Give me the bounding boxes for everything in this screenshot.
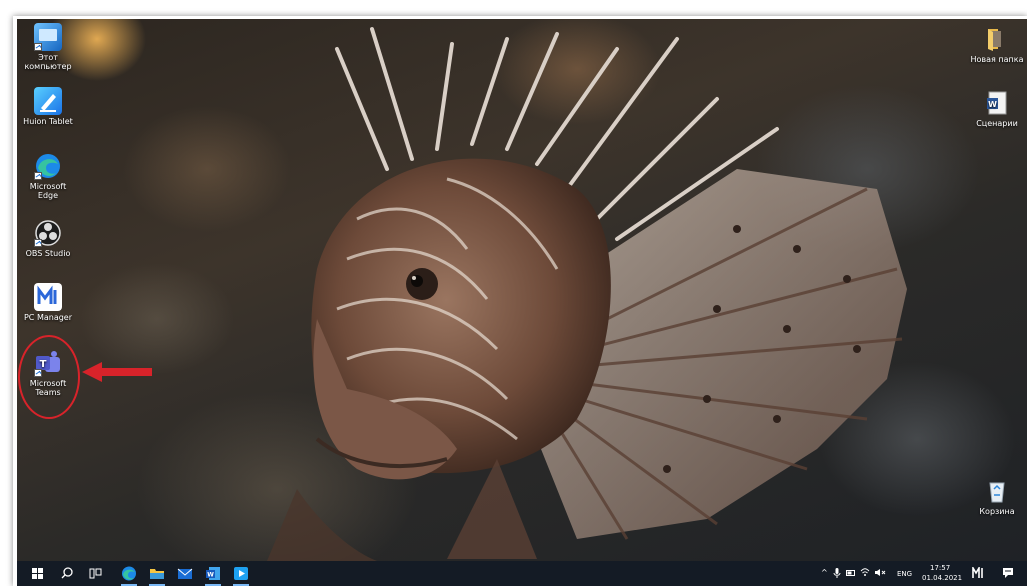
word-icon: W: [206, 567, 220, 580]
screenshot-frame: Этот компьютер Huion Tablet Microsoft Ed…: [13, 16, 1027, 586]
svg-text:W: W: [988, 100, 997, 109]
desktop-icon-this-pc[interactable]: Этот компьютер: [19, 23, 77, 71]
task-view-button[interactable]: [85, 564, 105, 583]
task-view-icon: [89, 568, 102, 579]
media-player-icon: [234, 567, 248, 580]
huion-tablet-icon: [34, 87, 62, 115]
taskbar-media-player[interactable]: [231, 564, 251, 583]
desktop-icon-obs-studio[interactable]: OBS Studio: [19, 219, 77, 258]
obs-icon: [34, 219, 62, 247]
edge-icon: [122, 566, 136, 581]
taskbar: W ^ ENG 17:57 01.04.2021: [17, 561, 1027, 586]
desktop-icon-label: Новая папка: [970, 55, 1024, 64]
folder-icon: [983, 25, 1011, 53]
word-document-icon: W: [983, 89, 1011, 117]
notifications-icon[interactable]: [1002, 567, 1014, 579]
mail-icon: [177, 568, 193, 579]
edge-icon: [34, 152, 62, 180]
start-button[interactable]: [27, 564, 47, 583]
wifi-icon[interactable]: [860, 567, 870, 577]
desktop-icon-recycle-bin[interactable]: Корзина: [968, 477, 1026, 516]
svg-text:W: W: [207, 572, 214, 579]
desktop-icon-new-folder[interactable]: Новая папка: [968, 25, 1026, 64]
volume-icon[interactable]: [874, 568, 888, 577]
taskbar-mail[interactable]: [175, 564, 195, 583]
desktop-icon-pc-manager[interactable]: PC Manager: [19, 283, 77, 322]
this-pc-icon: [34, 23, 62, 51]
recycle-bin-icon: [983, 477, 1011, 505]
search-icon: [61, 567, 73, 579]
red-arrow-icon: [82, 362, 152, 382]
desktop-icon-label: Сценарии: [976, 119, 1018, 128]
desktop-icon-label: Этот компьютер: [24, 53, 72, 71]
file-explorer-icon: [150, 569, 164, 579]
desktop-icon-label: PC Manager: [23, 313, 73, 322]
desktop-icon-label: OBS Studio: [25, 249, 71, 258]
microphone-icon[interactable]: [833, 567, 841, 579]
desktop-icon-label: Microsoft Edge: [29, 182, 67, 200]
desktop-icon-label: Huion Tablet: [23, 117, 73, 126]
pc-manager-icon[interactable]: [972, 567, 986, 579]
search-button[interactable]: [57, 564, 77, 583]
battery-icon[interactable]: [846, 569, 856, 577]
taskbar-word[interactable]: W: [203, 564, 223, 583]
highlight-ellipse: [18, 335, 80, 419]
taskbar-edge[interactable]: [119, 564, 139, 583]
lionfish-wallpaper-image: [267, 27, 907, 561]
start-icon: [32, 568, 43, 579]
desktop-icon-huion-tablet[interactable]: Huion Tablet: [19, 87, 77, 126]
pc-manager-icon: [34, 283, 62, 311]
desktop-icon-scenarios[interactable]: W Сценарии: [968, 89, 1026, 128]
language-indicator[interactable]: ENG: [897, 570, 912, 578]
taskbar-file-explorer[interactable]: [147, 564, 167, 583]
desktop-icon-label: Корзина: [979, 507, 1015, 516]
clock-time[interactable]: 17:57: [930, 564, 950, 572]
clock-date[interactable]: 01.04.2021: [922, 574, 962, 582]
desktop-icon-microsoft-edge[interactable]: Microsoft Edge: [19, 152, 77, 200]
tray-chevron-icon[interactable]: ^: [821, 568, 828, 577]
desktop-wallpaper[interactable]: Этот компьютер Huion Tablet Microsoft Ed…: [17, 19, 1027, 561]
